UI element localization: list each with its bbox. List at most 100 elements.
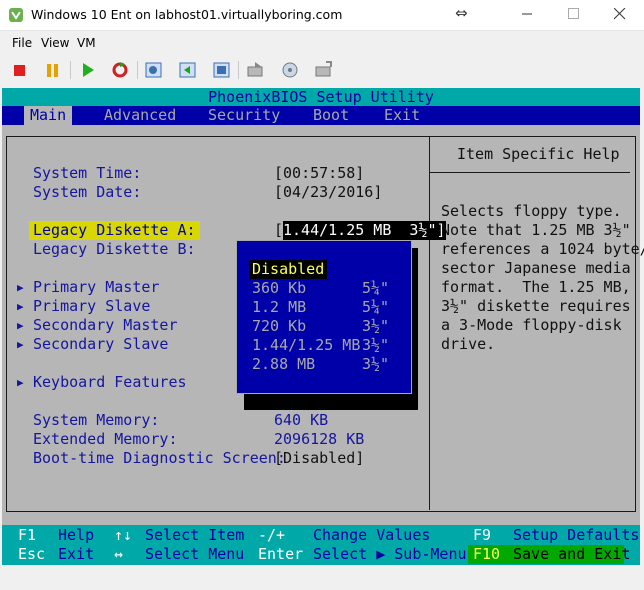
legacy-diskette-a-value[interactable]: 1.44/1.25 MB 3½"]: [283, 221, 446, 240]
footer-desc-save-exit: Save and Exit: [513, 545, 631, 563]
help-line: drive.: [441, 335, 496, 353]
boot-diagnostic-value[interactable]: [Disabled]: [274, 449, 364, 468]
bios-menu-bar: Main Advanced Security Boot Exit: [2, 106, 640, 125]
legacy-diskette-a-bracket: [: [274, 221, 284, 239]
manage-snapshots-icon: [213, 62, 230, 78]
help-line: sector Japanese media: [441, 259, 631, 277]
popup-option-2-88mb[interactable]: 2.88 MB: [252, 355, 315, 374]
toolbar-separator: [70, 61, 71, 79]
tab-main[interactable]: Main: [24, 106, 73, 125]
footer-key-enter: Enter: [258, 545, 304, 563]
submenu-arrow-icon: ▶: [17, 376, 24, 389]
resize-icon[interactable]: ⇔: [455, 4, 468, 22]
manage-snapshots-button[interactable]: [211, 59, 233, 81]
submenu-keyboard-features[interactable]: Keyboard Features: [33, 373, 187, 392]
minimize-button[interactable]: [506, 0, 552, 30]
pause-button[interactable]: [42, 59, 64, 81]
menu-view[interactable]: View: [41, 36, 69, 50]
revert-icon: [179, 62, 196, 78]
tab-advanced[interactable]: Advanced: [98, 106, 182, 125]
menu-vm[interactable]: VM: [77, 36, 96, 50]
maximize-icon: [568, 8, 579, 19]
popup-option-1-2mb-size: 5¼": [362, 298, 390, 316]
boot-diagnostic-label: Boot-time Diagnostic Screen:: [33, 449, 286, 467]
popup-option-720kb-size: 3½": [362, 317, 390, 335]
popup-option-1-44mb-size: 3½": [362, 336, 390, 354]
help-line: references a 1024 byte/: [441, 240, 644, 258]
snapshot-icon: [145, 62, 162, 78]
system-time-label: System Time:: [33, 164, 142, 182]
system-date-label: System Date:: [33, 183, 142, 201]
ctrl-alt-del-icon: [247, 62, 263, 77]
help-title-divider: [430, 172, 630, 173]
bios-footer: F1 Help ↑↓ Select Item -/+ Change Values…: [2, 525, 640, 565]
help-line: 3½" diskette requires: [441, 297, 631, 315]
tab-security[interactable]: Security: [202, 106, 286, 125]
bios-header: PhoenixBIOS Setup Utility: [2, 88, 640, 106]
footer-desc-select-item: Select Item: [145, 526, 245, 544]
maximize-button[interactable]: [552, 0, 598, 30]
footer-key-plusminus: -/+: [258, 526, 286, 544]
submenu-arrow-icon: ▶: [17, 300, 24, 313]
submenu-primary-master[interactable]: Primary Master: [33, 278, 159, 297]
submenu-primary-slave[interactable]: Primary Slave: [33, 297, 150, 316]
popup-option-2-88mb-size: 3½": [362, 355, 390, 373]
system-time-value[interactable]: [00:57:58]: [274, 164, 364, 183]
bios-screen[interactable]: PhoenixBIOS Setup Utility Main Advanced …: [2, 88, 644, 565]
snapshot-button[interactable]: [143, 59, 165, 81]
footer-key-f9: F9: [473, 526, 492, 544]
popup-option-360kb[interactable]: 360 Kb: [252, 279, 306, 298]
fullscreen-button[interactable]: [313, 59, 335, 81]
legacy-diskette-b-label[interactable]: Legacy Diskette B:: [33, 240, 196, 259]
toolbar: [0, 55, 644, 85]
stop-button[interactable]: [9, 59, 31, 81]
vmware-icon: [8, 7, 24, 23]
help-divider: [429, 136, 430, 510]
tab-boot[interactable]: Boot: [307, 106, 355, 125]
footer-desc-select-menu: Select Menu: [145, 545, 245, 563]
menu-file[interactable]: File: [12, 36, 32, 50]
submenu-arrow-icon: ▶: [17, 281, 24, 294]
popup-option-360kb-size: 5¼": [362, 279, 390, 297]
reset-button[interactable]: [109, 59, 131, 81]
footer-desc-change-values: Change Values: [313, 526, 431, 544]
extended-memory-label: Extended Memory:: [33, 430, 178, 448]
minimize-icon: [522, 13, 532, 15]
footer-key-esc: Esc: [18, 545, 46, 563]
popup-option-disabled[interactable]: Disabled: [249, 260, 328, 279]
play-icon: [83, 63, 94, 77]
window-title: Windows 10 Ent on labhost01.virtuallybor…: [31, 7, 343, 22]
tab-exit[interactable]: Exit: [378, 106, 426, 125]
ctrl-alt-del-button[interactable]: [245, 59, 267, 81]
footer-key-f1: F1: [18, 526, 37, 544]
toolbar-separator: [137, 61, 138, 79]
extended-memory-value: 2096128 KB: [274, 430, 365, 448]
footer-desc-setup-defaults: Setup Defaults: [513, 526, 640, 544]
submenu-arrow-icon: ▶: [17, 338, 24, 351]
system-date-value[interactable]: [04/23/2016]: [274, 183, 382, 202]
popup-option-1-44mb[interactable]: 1.44/1.25 MB: [252, 336, 360, 355]
guest-install-button[interactable]: [279, 59, 301, 81]
close-button[interactable]: [598, 0, 644, 30]
footer-desc-help: Help: [58, 526, 95, 544]
play-button[interactable]: [77, 59, 99, 81]
footer-key-updown: ↑↓: [114, 526, 133, 544]
revert-snapshot-button[interactable]: [177, 59, 199, 81]
popup-option-1-2mb[interactable]: 1.2 MB: [252, 298, 306, 317]
help-title: Item Specific Help: [457, 145, 620, 163]
legacy-diskette-a-label[interactable]: Legacy Diskette A:: [29, 221, 200, 240]
footer-desc-select-submenu: Select ▶ Sub-Menu: [313, 545, 467, 563]
submenu-secondary-master[interactable]: Secondary Master: [33, 316, 178, 335]
help-line: format. The 1.25 MB,: [441, 278, 631, 296]
stop-icon: [14, 65, 25, 76]
diskette-options-popup: Disabled 360 Kb 5¼" 1.2 MB 5¼" 720 Kb 3½…: [236, 240, 412, 394]
menubar: File View VM: [0, 31, 644, 55]
window-titlebar: Windows 10 Ent on labhost01.virtuallybor…: [0, 0, 644, 31]
submenu-secondary-slave[interactable]: Secondary Slave: [33, 335, 168, 354]
footer-key-f10: F10: [473, 545, 501, 563]
help-line: Selects floppy type.: [441, 202, 622, 220]
system-memory-label: System Memory:: [33, 411, 160, 429]
popup-option-720kb[interactable]: 720 Kb: [252, 317, 306, 336]
footer-key-leftright: ↔: [114, 545, 124, 563]
submenu-arrow-icon: ▶: [17, 319, 24, 332]
